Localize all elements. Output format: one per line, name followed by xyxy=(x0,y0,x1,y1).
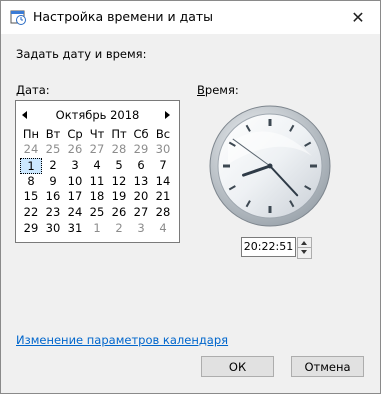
calendar-day[interactable]: 30 xyxy=(42,221,64,237)
calendar-day[interactable]: 22 xyxy=(20,205,42,221)
dialog-heading: Задать дату и время: xyxy=(16,47,147,61)
calendar-day[interactable]: 5 xyxy=(108,158,130,174)
spin-up-arrow-icon[interactable] xyxy=(301,241,307,245)
month-calendar[interactable]: Октябрь 2018 Пн Вт Ср Чт Пт Сб Вс 24 25 26 27 28 29… xyxy=(15,100,180,243)
calendar-day[interactable]: 4 xyxy=(152,221,174,237)
calendar-day[interactable]: 20 xyxy=(130,189,152,205)
calendar-day[interactable]: 24 xyxy=(20,142,42,158)
calendar-day[interactable]: 29 xyxy=(20,221,42,237)
weekday-label: Вт xyxy=(45,127,61,141)
month-title[interactable]: Октябрь 2018 xyxy=(16,108,179,122)
ok-button[interactable]: ОК xyxy=(201,356,274,377)
calendar-day[interactable]: 2 xyxy=(108,221,130,237)
time-input[interactable]: 20:22:51 xyxy=(241,237,296,257)
date-time-dialog: Настройка времени и даты ✕ Задать дату и… xyxy=(0,0,381,394)
calendar-day[interactable]: 21 xyxy=(152,189,174,205)
close-button[interactable]: ✕ xyxy=(336,1,380,34)
calendar-day[interactable]: 14 xyxy=(152,174,174,190)
calendar-day[interactable]: 13 xyxy=(130,174,152,190)
calendar-day[interactable]: 2 xyxy=(42,158,64,174)
title-bar: Настройка времени и даты ✕ xyxy=(1,1,380,34)
calendar-day[interactable]: 3 xyxy=(64,158,86,174)
calendar-day[interactable]: 19 xyxy=(108,189,130,205)
calendar-clock-icon xyxy=(10,10,26,25)
calendar-day[interactable]: 3 xyxy=(130,221,152,237)
calendar-day[interactable]: 25 xyxy=(42,142,64,158)
time-spinner[interactable] xyxy=(297,237,312,259)
weekday-label: Вс xyxy=(155,127,171,141)
calendar-day[interactable]: 15 xyxy=(20,189,42,205)
calendar-day[interactable]: 27 xyxy=(130,205,152,221)
calendar-day[interactable]: 6 xyxy=(130,158,152,174)
calendar-day[interactable]: 24 xyxy=(64,205,86,221)
calendar-day-selected[interactable]: 1 xyxy=(20,157,42,174)
date-label: Дата: xyxy=(16,83,50,97)
date-label-mnemonic: Д xyxy=(16,83,25,97)
calendar-days: 24 25 26 27 28 29 30 1 2 3 4 5 6 7 8 9 10 11 12 13 14 15 16 17 1… xyxy=(16,142,178,237)
calendar-day[interactable]: 29 xyxy=(130,142,152,158)
calendar-day[interactable]: 9 xyxy=(42,174,64,190)
date-label-rest: ата: xyxy=(24,83,50,97)
calendar-day[interactable]: 18 xyxy=(86,189,108,205)
analog-clock xyxy=(209,105,331,227)
calendar-day[interactable]: 26 xyxy=(108,205,130,221)
calendar-day[interactable]: 11 xyxy=(86,174,108,190)
calendar-day[interactable]: 8 xyxy=(20,174,42,190)
calendar-day[interactable]: 27 xyxy=(86,142,108,158)
weekday-label: Ср xyxy=(67,127,83,141)
calendar-day[interactable]: 28 xyxy=(108,142,130,158)
calendar-day[interactable]: 12 xyxy=(108,174,130,190)
change-calendar-settings-link[interactable]: Изменение параметров календаря xyxy=(16,333,228,347)
calendar-day[interactable]: 4 xyxy=(86,158,108,174)
calendar-header: Октябрь 2018 xyxy=(16,101,179,125)
weekday-label: Пт xyxy=(111,127,127,141)
weekday-header: Пн Вт Ср Чт Пт Сб Вс xyxy=(16,127,179,142)
calendar-day[interactable]: 28 xyxy=(152,205,174,221)
cancel-button[interactable]: Отмена xyxy=(291,356,364,377)
time-label: Время: xyxy=(197,83,239,97)
calendar-day[interactable]: 30 xyxy=(152,142,174,158)
time-label-rest: ремя: xyxy=(204,83,239,97)
calendar-day[interactable]: 16 xyxy=(42,189,64,205)
calendar-day[interactable]: 26 xyxy=(64,142,86,158)
spin-down-arrow-icon[interactable] xyxy=(301,250,307,254)
weekday-label: Сб xyxy=(133,127,149,141)
weekday-label: Чт xyxy=(89,127,105,141)
weekday-label: Пн xyxy=(22,127,40,141)
calendar-day[interactable]: 31 xyxy=(64,221,86,237)
calendar-day[interactable]: 23 xyxy=(42,205,64,221)
calendar-day[interactable]: 17 xyxy=(64,189,86,205)
next-month-arrow-icon[interactable] xyxy=(165,111,170,119)
calendar-day[interactable]: 10 xyxy=(64,174,86,190)
calendar-day[interactable]: 25 xyxy=(86,205,108,221)
window-title: Настройка времени и даты xyxy=(33,9,214,24)
time-label-mnemonic: В xyxy=(197,83,205,97)
calendar-day[interactable]: 1 xyxy=(86,221,108,237)
calendar-day[interactable]: 7 xyxy=(152,158,174,174)
